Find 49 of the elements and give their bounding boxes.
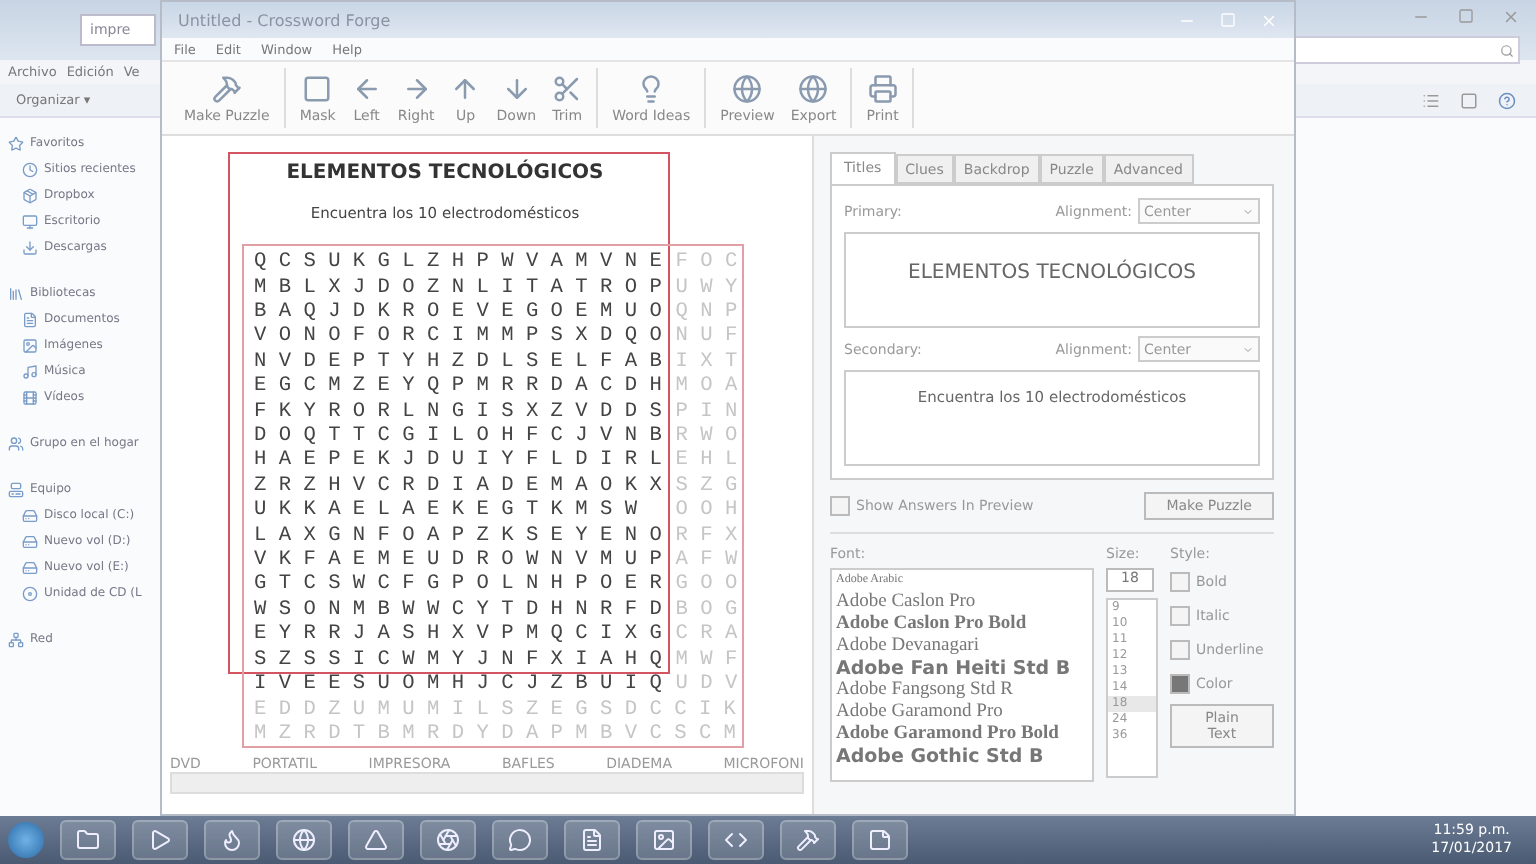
grid-letter-row: R W O (675, 424, 738, 449)
grid-letter-row: O O H (675, 498, 738, 523)
grid-letter-row: Q C S U K G L Z H P W V A M V N E (254, 250, 662, 275)
font-list-item[interactable]: Adobe Caslon Pro (836, 592, 1092, 614)
puzzle-title: ELEMENTOS TECNOLÓGICOS (284, 162, 606, 184)
grid-letter-row: V K F A E M E U D R O W N V M U P (254, 548, 662, 573)
grid-letter-row: G O O (675, 572, 738, 597)
grid-letter-row: A F W (675, 548, 738, 573)
font-list-item[interactable]: Adobe Caslon Pro Bold (836, 614, 1092, 636)
grid-letter-row: U K K A E L A E K E G T K M S W (254, 498, 638, 523)
grid-letter-row: P I N (675, 399, 738, 424)
grid-letter-row: M O A (675, 374, 738, 399)
font-list-item[interactable]: Adobe Devanagari (836, 636, 1092, 658)
grid-letter-row: M W F (675, 647, 738, 672)
grid-letter-row: B A Q J D K R O E V E G O E M U O (254, 300, 662, 325)
font-list-item[interactable]: Adobe Garamond Pro (836, 702, 1092, 724)
font-list-item[interactable]: Adobe Fan Heiti Std B (836, 658, 1092, 680)
grid-letter-row: M B L X J D O Z N L I T A T R O P (254, 275, 662, 300)
grid-letter-row: D O Q T T C G I L O H F C J V N B (254, 424, 662, 449)
grid-letter-row: B O G (675, 597, 738, 622)
grid-letter-row: U D V (675, 672, 738, 697)
grid-letter-row: Q N P (675, 300, 738, 325)
grid-letter-row: N U F (675, 324, 738, 349)
grid-letter-row: E G C M Z E Y Q P M R R D A C D H (254, 374, 662, 399)
font-list-item[interactable]: Adobe Fangsong Std R (836, 680, 1092, 702)
grid-letter-row: N V D E P T Y H Z D L S E L F A B (254, 349, 662, 374)
grid-letter-row: S Z G (675, 473, 738, 498)
grid-letter-row: M Z R D T B M R D Y D A P M B V C S C M (254, 721, 736, 746)
grid-letter-row: V O N O F O R C I M M P S X D Q O (254, 324, 662, 349)
grid-letter-row: Z R Z H V C R D I A D E M A O K X (254, 473, 662, 498)
grid-letter-row: G T C S W C F G P O L N H P O E R (254, 572, 662, 597)
grid-letter-row: E H L (675, 448, 738, 473)
grid-letter-row: S Z S S I C W M Y J N F X I A H Q (254, 647, 662, 672)
font-list-item[interactable]: Adobe Garamond Pro Bold (836, 724, 1092, 746)
grid-letter-row: I V E E S U O M H J C J Z B U I Q (254, 672, 662, 697)
grid-letter-row: R F X (675, 523, 738, 548)
font-list-item[interactable]: Adobe Gothic Std B (836, 746, 1092, 768)
title-text-area[interactable]: ELEMENTOS TECNOLÓGICOS (844, 232, 1260, 328)
grid-letter-row: L A X G N F O A P Z K S E Y E N O (254, 523, 662, 548)
grid-letter-row: E D D Z U M U M I L S Z E G S D C C I K (254, 697, 736, 722)
grid-letter-row: U W Y (675, 275, 738, 300)
grid-letter-row: H A E P E K J D U I Y F L D I R L (254, 448, 662, 473)
grid-letter-row: W S O N M B W W C Y T D H N R F D (254, 597, 662, 622)
grid-letter-row: E Y R R J A S H X V P M Q C I X G (254, 622, 662, 647)
grid-letter-row: F O C (675, 250, 738, 275)
grid-letter-row: I X T (675, 349, 738, 374)
window-title: Untitled - Crossword Forge (178, 11, 391, 29)
grid-letter-row: C R A (675, 622, 738, 647)
grid-letter-row: F K Y R O R L N G I S X Z V D D S (254, 399, 662, 424)
